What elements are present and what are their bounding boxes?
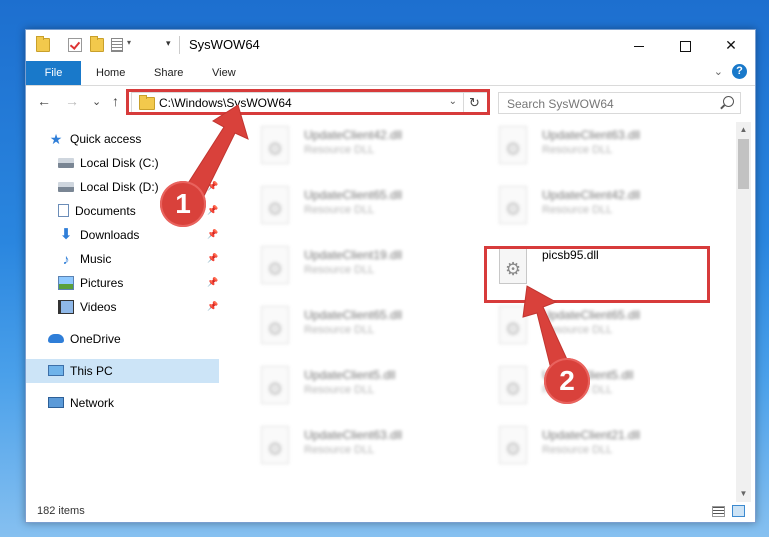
step-1-badge: 1 [160,181,206,227]
annotation-arrows [184,104,571,378]
step-2-badge: 2 [544,358,590,404]
